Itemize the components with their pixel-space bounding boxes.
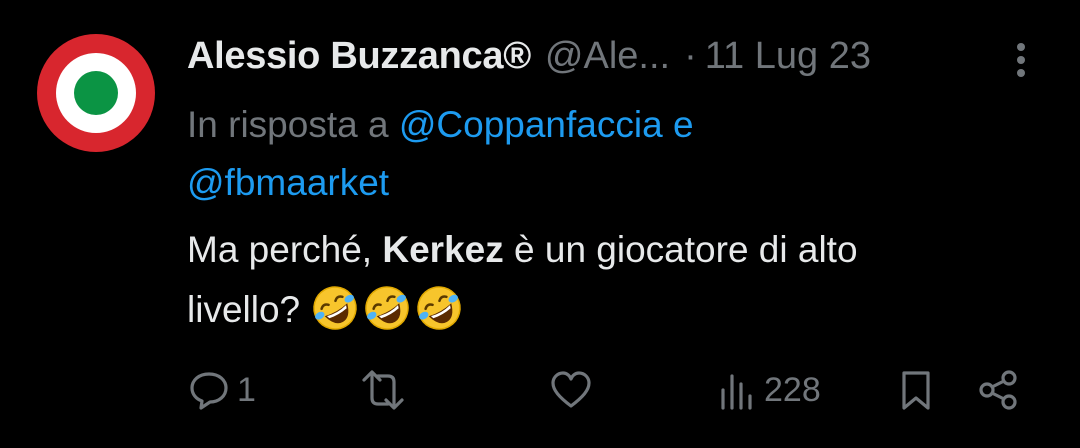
tweet-card[interactable]: Alessio Buzzanca® @Ale... · 11 Lug 23 In… <box>0 0 1080 448</box>
share-icon <box>979 370 1017 410</box>
reply-conjunction: e <box>672 104 694 145</box>
views-chart-icon <box>721 374 752 410</box>
reply-mention-fbmaarket[interactable]: @fbmaarket <box>187 162 389 203</box>
emoji-group <box>310 283 464 333</box>
tweet-actions-bar: 1 228 <box>0 362 1080 418</box>
tweet-text: Ma perché, Kerkez è un giocatore di alto… <box>187 220 1047 340</box>
rofl-emoji-icon <box>417 286 461 330</box>
display-name[interactable]: Alessio Buzzanca® <box>187 35 531 78</box>
header-separator: · <box>684 34 697 77</box>
views-button[interactable]: 228 <box>718 362 821 418</box>
reply-button[interactable]: 1 <box>187 362 256 418</box>
bookmark-icon <box>902 371 930 410</box>
tweet-text-line-2: livello? <box>187 289 301 330</box>
tweet-header: Alessio Buzzanca® @Ale... · 11 Lug 23 <box>187 30 987 82</box>
reply-context: In risposta a @Coppanfaccia e @fbmaarket <box>187 96 967 212</box>
heart-icon <box>551 371 591 408</box>
avatar[interactable] <box>37 34 155 152</box>
more-options-icon[interactable] <box>1007 40 1035 80</box>
tweet-date[interactable]: 11 Lug 23 <box>705 35 871 78</box>
views-count: 228 <box>764 370 821 409</box>
reply-prefix: In risposta a <box>187 104 389 145</box>
reply-mention-coppanfaccia[interactable]: @Coppanfaccia <box>399 104 663 145</box>
tweet-text-part-2: è un giocatore di alto <box>514 229 858 270</box>
retweet-icon <box>362 370 404 410</box>
bookmark-button[interactable] <box>896 362 936 418</box>
user-handle[interactable]: @Ale... <box>545 35 670 78</box>
like-button[interactable] <box>549 362 599 418</box>
reply-icon <box>190 372 228 410</box>
rofl-emoji-icon <box>313 286 357 330</box>
rofl-emoji-icon <box>365 286 409 330</box>
tweet-text-part-1: Ma perché, <box>187 229 373 270</box>
tweet-text-bold: Kerkez <box>382 229 504 270</box>
retweet-button[interactable] <box>356 362 416 418</box>
share-button[interactable] <box>976 362 1020 418</box>
reply-count: 1 <box>237 370 256 409</box>
